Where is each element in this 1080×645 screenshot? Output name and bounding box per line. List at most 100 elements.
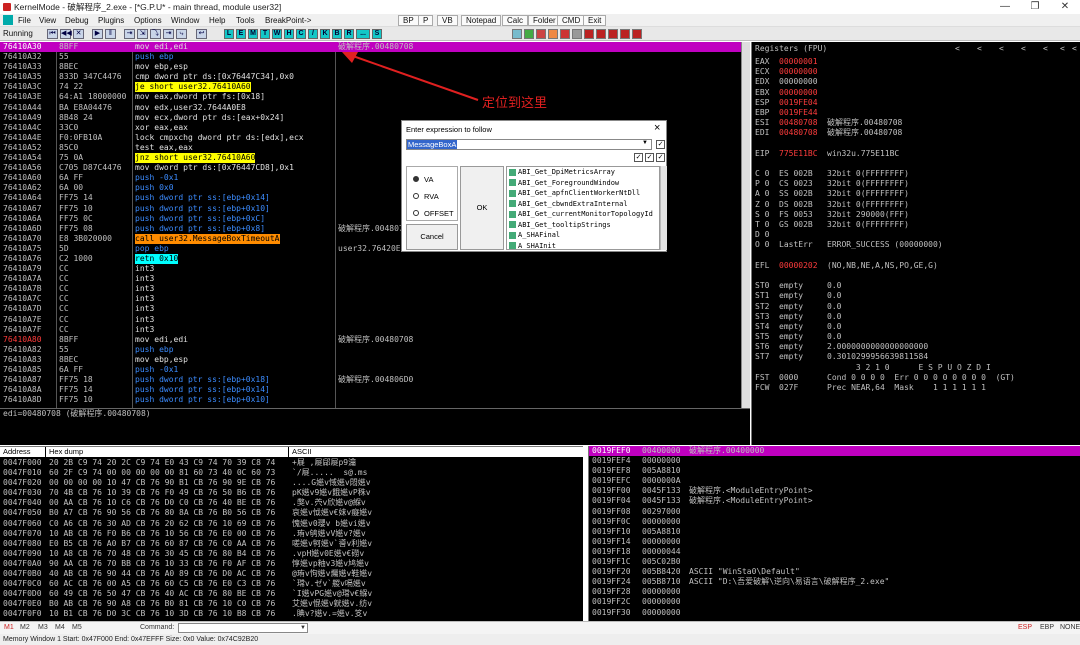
expression-input[interactable]: MessageBoxA	[406, 139, 652, 150]
source-button[interactable]: S	[372, 29, 382, 39]
register-row[interactable]: EBX 00000000	[752, 88, 1080, 98]
stack-row[interactable]: 0019FF08 00297000	[589, 507, 1080, 517]
plugin-icon-11[interactable]	[632, 29, 642, 39]
suggestion-scrollbar[interactable]	[660, 166, 667, 250]
register-value[interactable]: 0019FE44	[779, 108, 821, 118]
stack-row[interactable]: 0019FEF8 005A8810	[589, 466, 1080, 476]
stack-row[interactable]: 0019FEFC 0000000A	[589, 476, 1080, 486]
cmd-button[interactable]: CMD	[557, 15, 586, 26]
tab-m5[interactable]: M5	[72, 622, 82, 634]
register-row[interactable]: EDX 00000000	[752, 77, 1080, 87]
dump-row[interactable]: 0047F040 00 AA CB 76 10 C6 CB 76 D0 C0 CB…	[0, 498, 583, 508]
register-value[interactable]: empty	[779, 352, 821, 362]
register-row[interactable]: ST4 empty 0.0	[752, 322, 1080, 332]
maximize-button[interactable]: ❐	[1020, 0, 1050, 14]
suggestion-item[interactable]: ABI_Get_tooltipStrings	[507, 220, 659, 231]
dump-row[interactable]: 0047F000 20 2B C9 74 20 2C C9 74 E0 43 C9…	[0, 458, 583, 468]
stack-row[interactable]: 0019FEF0 00400000 破解程序.00400000	[589, 446, 1080, 457]
register-row[interactable]: ST3 empty 0.0	[752, 312, 1080, 322]
dump-row[interactable]: 0047F010 60 2F C9 74 00 00 00 00 00 81 60…	[0, 468, 583, 478]
register-value[interactable]: empty	[779, 322, 821, 332]
register-row[interactable]	[752, 159, 1080, 169]
register-row[interactable]: EDI 00480708 破解程序.00480708	[752, 128, 1080, 138]
reg-nav-2[interactable]: <	[977, 42, 982, 55]
menu-options[interactable]: Options	[134, 14, 162, 27]
register-value[interactable]: 00000000	[779, 88, 821, 98]
dump-pane[interactable]: Address Hex dump ASCII 0047F000 20 2B C9 …	[0, 446, 583, 621]
option-checkbox-3[interactable]: ✓	[645, 153, 654, 162]
register-value[interactable]: 0019FE04	[779, 98, 821, 108]
stack-row[interactable]: 0019FF0C 00000000	[589, 517, 1080, 527]
menu-window[interactable]: Window	[171, 14, 199, 27]
reg-nav-4[interactable]: <	[1021, 42, 1026, 55]
notepad-button[interactable]: Notepad	[461, 15, 502, 26]
radio-va[interactable]: VA	[413, 175, 433, 184]
plugin-icon-3[interactable]	[536, 29, 546, 39]
register-row[interactable]: ST5 empty 0.0	[752, 332, 1080, 342]
dump-row[interactable]: 0047F0A0 90 AA CB 76 70 BB CB 76 10 33 CB…	[0, 559, 583, 569]
disasm-row[interactable]: 76410A83 8BEC mov ebp,esp	[0, 355, 750, 365]
executable-modules-button[interactable]: E	[236, 29, 246, 39]
dump-row[interactable]: 0047F060 C0 A6 CB 76 30 AD CB 76 20 62 CB…	[0, 519, 583, 529]
plugin-icon-10[interactable]	[620, 29, 630, 39]
register-value[interactable]: 0000	[779, 373, 821, 383]
register-row[interactable]: ST7 empty 0.3010299956639811584	[752, 352, 1080, 362]
folder-button[interactable]: Folder	[528, 15, 561, 26]
stack-row[interactable]: 0019FF14 00000000	[589, 537, 1080, 547]
calc-button[interactable]: Calc	[502, 15, 529, 26]
tab-esp[interactable]: ESP	[1018, 622, 1032, 634]
menu-plugins[interactable]: Plugins	[98, 14, 124, 27]
register-value[interactable]: SS 002B	[779, 189, 821, 199]
register-row[interactable]: A 0 SS 002B 32bit 0(FFFFFFFF)	[752, 189, 1080, 199]
references-button[interactable]: R	[344, 29, 354, 39]
disasm-row[interactable]: 76410A7C CC int3	[0, 294, 750, 304]
reg-nav-3[interactable]: <	[999, 42, 1004, 55]
trace-into-icon[interactable]: ⤵	[150, 29, 161, 39]
dump-row[interactable]: 0047F0D0 60 49 CB 76 50 47 CB 76 40 AC CB…	[0, 589, 583, 599]
run-trace-button[interactable]: ...	[356, 29, 370, 39]
disasm-row[interactable]: 76410A85 6A FF push -0x1	[0, 365, 750, 375]
stack-row[interactable]: 0019FF1C 005C02B0	[589, 557, 1080, 567]
register-row[interactable]: C 0 ES 002B 32bit 0(FFFFFFFF)	[752, 169, 1080, 179]
plugin-icon-7[interactable]	[584, 29, 594, 39]
register-value[interactable]: empty	[779, 281, 821, 291]
disasm-row[interactable]: 76410A7A CC int3	[0, 274, 750, 284]
dump-row[interactable]: 0047F0F0 10 B1 CB 76 D0 3C CB 76 10 3D CB…	[0, 609, 583, 619]
dump-row[interactable]: 0047F0B0 40 AB CB 76 90 44 CB 76 A0 89 CB…	[0, 569, 583, 579]
dump-row[interactable]: 0047F070 10 AB CB 76 F0 B6 CB 76 10 56 CB…	[0, 529, 583, 539]
disasm-row[interactable]: 76410A79 CC int3	[0, 264, 750, 274]
register-row[interactable]: EIP 775E11BC win32u.775E11BC	[752, 149, 1080, 159]
trace-over-icon[interactable]: ⇥	[163, 29, 174, 39]
register-row[interactable]: ST0 empty 0.0	[752, 281, 1080, 291]
suggestion-item[interactable]: A_SHAInit	[507, 241, 659, 249]
command-dropdown-icon[interactable]: ▼	[300, 622, 306, 634]
dump-row[interactable]: 0047F090 10 A8 CB 76 70 48 CB 76 30 45 CB…	[0, 549, 583, 559]
command-input[interactable]	[178, 623, 308, 633]
menu-tools[interactable]: Tools	[236, 14, 255, 27]
tab-m4[interactable]: M4	[55, 622, 65, 634]
suggestion-item[interactable]: A_SHAFinal	[507, 230, 659, 241]
suggestion-item[interactable]: ABI_Get_currentMonitorTopologyId	[507, 209, 659, 220]
disasm-row[interactable]: 76410A87 FF75 18 push dword ptr ss:[ebp+0x…	[0, 375, 750, 385]
menu-file[interactable]: File	[18, 14, 31, 27]
menu-view[interactable]: View	[39, 14, 56, 27]
dump-row[interactable]: 0047F020 00 00 00 00 10 47 CB 76 90 B1 CB…	[0, 478, 583, 488]
vb-button[interactable]: VB	[437, 15, 458, 26]
minimize-button[interactable]: —	[990, 0, 1020, 14]
plugin-icon-6[interactable]	[572, 29, 582, 39]
cpu-button[interactable]: C	[296, 29, 306, 39]
register-row[interactable]: FCW 027F Prec NEAR,64 Mask 1 1 1 1 1 1	[752, 383, 1080, 393]
dump-row[interactable]: 0047F080 E0 B5 CB 76 A0 B7 CB 76 60 87 CB…	[0, 539, 583, 549]
register-row[interactable]: 3 2 1 0 E S P U O Z D I	[752, 363, 1080, 373]
tab-none[interactable]: NONE	[1060, 622, 1080, 634]
register-row[interactable]: ESI 00480708 破解程序.00480708	[752, 118, 1080, 128]
dump-row[interactable]: 0047F050 B0 A7 CB 76 90 56 CB 76 80 8A CB…	[0, 508, 583, 518]
dump-header-ascii[interactable]: ASCII	[289, 447, 583, 457]
tab-m1[interactable]: M1	[4, 622, 14, 634]
symbol-suggestion-list[interactable]: ABI_Get_DpiMetricsArray ABI_Get_Foregroun…	[506, 166, 660, 250]
plugin-icon-5[interactable]	[560, 29, 570, 39]
reg-nav-5[interactable]: <	[1043, 42, 1048, 55]
register-row[interactable]: Z 0 DS 002B 32bit 0(FFFFFFFF)	[752, 200, 1080, 210]
register-value[interactable]: 00000001	[779, 57, 821, 67]
menu-breakpoint[interactable]: BreakPoint->	[265, 14, 311, 27]
